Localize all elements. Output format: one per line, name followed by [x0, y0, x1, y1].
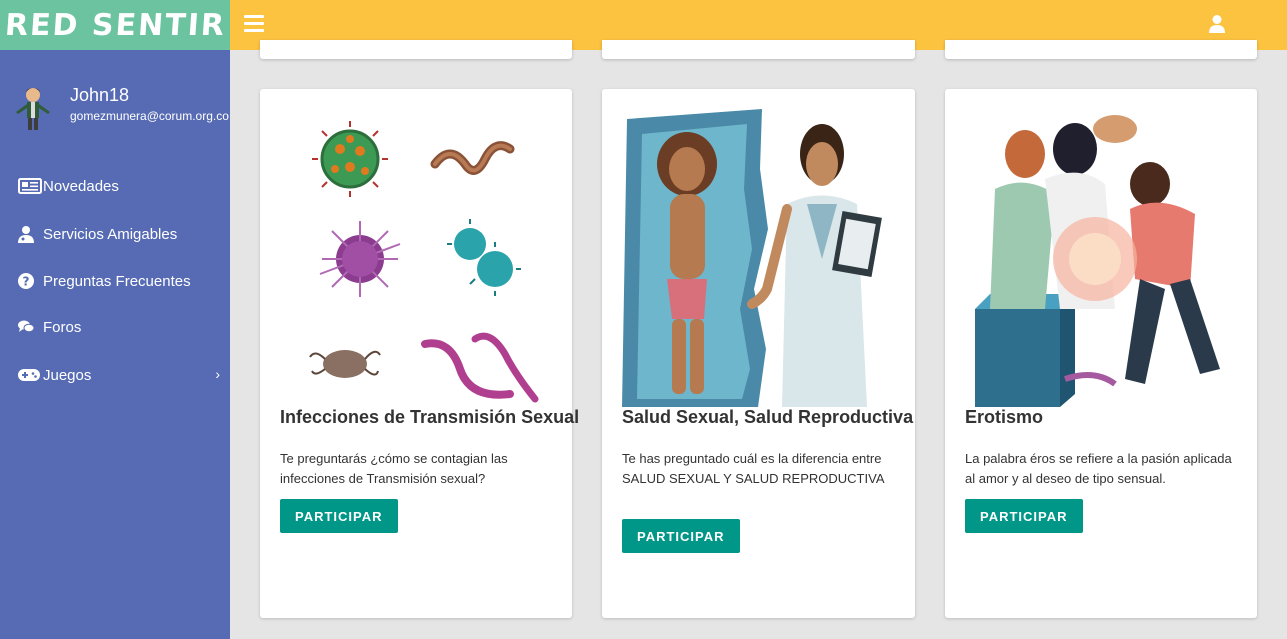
- card-image: [622, 109, 894, 407]
- user-md-icon: [18, 225, 43, 243]
- sidebar-item-foros[interactable]: Foros: [18, 314, 228, 340]
- hamburger-menu-icon[interactable]: [244, 15, 264, 33]
- comments-icon: [18, 318, 43, 336]
- sidebar-item-preguntas-frecuentes[interactable]: ? Preguntas Frecuentes: [18, 268, 228, 294]
- user-profile[interactable]: John18 gomezmunera@corum.org.co: [0, 78, 230, 138]
- card-image: [280, 109, 552, 407]
- gamepad-icon: [18, 366, 43, 384]
- card-text: Te preguntarás ¿cómo se contagian las in…: [280, 451, 508, 486]
- participar-button[interactable]: PARTICIPAR: [280, 499, 398, 533]
- avatar: [16, 88, 50, 130]
- user-name: John18: [70, 85, 130, 105]
- card-image: [965, 109, 1237, 407]
- card-salud: Salud Sexual, Salud Reproductiva Te has …: [602, 89, 915, 618]
- card-text: La palabra éros se refiere a la pasión a…: [965, 451, 1232, 486]
- chevron-right-icon: ›: [215, 366, 220, 382]
- sidebar-item-juegos[interactable]: Juegos ›: [18, 362, 228, 388]
- sidebar-item-novedades[interactable]: Novedades: [18, 173, 228, 199]
- question-circle-icon: ?: [18, 272, 43, 290]
- sidebar-item-servicios-amigables[interactable]: Servicios Amigables: [18, 221, 228, 247]
- sidebar-item-label: Juegos: [43, 366, 92, 384]
- participar-button[interactable]: PARTICIPAR: [965, 499, 1083, 533]
- brand-logo[interactable]: RED SENTIR: [0, 0, 230, 50]
- sidebar-item-label: Servicios Amigables: [43, 225, 178, 243]
- card-title: Infecciones de Transmisión Sexual: [280, 407, 580, 427]
- svg-text:?: ?: [23, 275, 30, 289]
- newspaper-icon: [18, 177, 43, 195]
- card-its: Infecciones de Transmisión Sexual Te pre…: [260, 89, 580, 618]
- user-icon[interactable]: [1209, 14, 1225, 34]
- sidebar-item-label: Foros: [43, 318, 82, 336]
- user-email: gomezmunera@corum.org.co: [70, 109, 229, 123]
- sidebar-item-label: Novedades: [43, 177, 119, 195]
- brand-name: RED SENTIR: [3, 7, 227, 43]
- card-title: Erotismo: [965, 407, 1044, 427]
- card-title: Salud Sexual, Salud Reproductiva: [622, 407, 914, 427]
- card-text: Te has preguntado cuál es la diferencia …: [622, 451, 885, 486]
- sidebar-item-label: Preguntas Frecuentes: [43, 272, 191, 290]
- card-partial: [260, 40, 572, 59]
- card-partial: [945, 40, 1257, 59]
- card-erotismo: Erotismo La palabra éros se refiere a la…: [945, 89, 1257, 618]
- sidebar: John18 gomezmunera@corum.org.co Novedade…: [0, 50, 230, 639]
- participar-button[interactable]: PARTICIPAR: [622, 519, 740, 553]
- card-partial: [602, 40, 915, 59]
